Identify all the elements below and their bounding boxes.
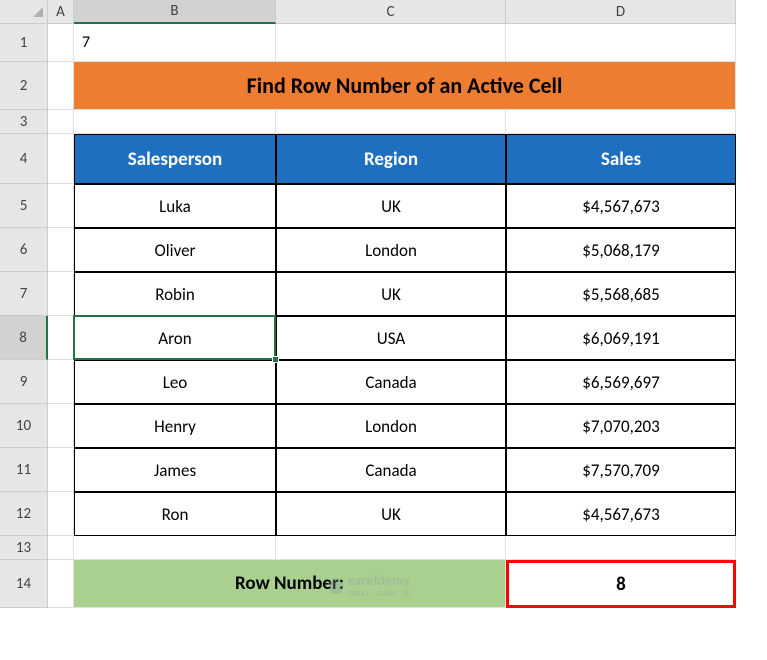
cell-A8[interactable] xyxy=(48,316,74,360)
col-header-B[interactable]: B xyxy=(74,0,276,24)
table-row[interactable]: $6,569,697 xyxy=(506,360,736,404)
column-headers: A B C D xyxy=(0,0,767,24)
cell-C3[interactable] xyxy=(276,110,506,134)
cell-B1[interactable]: 7 xyxy=(74,24,276,62)
table-row[interactable]: $4,567,673 xyxy=(506,184,736,228)
cell-D1[interactable] xyxy=(506,24,736,62)
cell-A11[interactable] xyxy=(48,448,74,492)
col-header-C[interactable]: C xyxy=(276,0,506,24)
col-header-D[interactable]: D xyxy=(506,0,736,24)
row-header-1[interactable]: 1 xyxy=(0,24,48,62)
table-row[interactable]: UK xyxy=(276,272,506,316)
table-row[interactable]: $6,069,191 xyxy=(506,316,736,360)
row-header-3[interactable]: 3 xyxy=(0,110,48,134)
row-header-14[interactable]: 14 xyxy=(0,560,48,608)
table-row[interactable]: Canada xyxy=(276,448,506,492)
cell-B3[interactable] xyxy=(74,110,276,134)
table-row[interactable]: Luka xyxy=(74,184,276,228)
row-header-4[interactable]: 4 xyxy=(0,134,48,184)
row-headers: 1 2 3 4 5 6 7 8 9 10 11 12 13 14 xyxy=(0,24,48,608)
title-banner[interactable]: Find Row Number of an Active Cell xyxy=(74,62,736,110)
table-row[interactable]: $7,070,203 xyxy=(506,404,736,448)
table-row[interactable]: Leo xyxy=(74,360,276,404)
table-row[interactable]: $5,068,179 xyxy=(506,228,736,272)
row-header-7[interactable]: 7 xyxy=(0,272,48,316)
cell-D13[interactable] xyxy=(506,536,736,560)
table-row[interactable]: London xyxy=(276,404,506,448)
cell-C1[interactable] xyxy=(276,24,506,62)
spreadsheet: A B C D 1 2 3 4 5 6 7 8 9 10 11 12 13 14… xyxy=(0,0,767,608)
table-row[interactable]: James xyxy=(74,448,276,492)
cell-A5[interactable] xyxy=(48,184,74,228)
row-header-9[interactable]: 9 xyxy=(0,360,48,404)
table-row[interactable]: UK xyxy=(276,184,506,228)
cell-A1[interactable] xyxy=(48,24,74,62)
table-row[interactable]: Aron xyxy=(74,316,276,360)
cell-A14[interactable] xyxy=(48,560,74,608)
row-header-11[interactable]: 11 xyxy=(0,448,48,492)
table-row[interactable]: USA xyxy=(276,316,506,360)
select-all-icon xyxy=(33,7,43,17)
grid-body: 7 Find Row Number of an Active Cell Sale… xyxy=(48,24,767,608)
table-row[interactable]: London xyxy=(276,228,506,272)
table-header-region[interactable]: Region xyxy=(276,134,506,184)
table-header-salesperson[interactable]: Salesperson xyxy=(74,134,276,184)
cell-A4[interactable] xyxy=(48,134,74,184)
cell-D3[interactable] xyxy=(506,110,736,134)
cell-A3[interactable] xyxy=(48,110,74,134)
cell-A7[interactable] xyxy=(48,272,74,316)
select-all-corner[interactable] xyxy=(0,0,48,24)
table-row[interactable]: Henry xyxy=(74,404,276,448)
cell-A2[interactable] xyxy=(48,62,74,110)
cell-A13[interactable] xyxy=(48,536,74,560)
row-header-2[interactable]: 2 xyxy=(0,62,48,110)
table-row[interactable]: Canada xyxy=(276,360,506,404)
table-row[interactable]: Robin xyxy=(74,272,276,316)
cell-C13[interactable] xyxy=(276,536,506,560)
table-row[interactable]: Oliver xyxy=(74,228,276,272)
result-label[interactable]: Row Number: xyxy=(74,560,506,608)
result-value[interactable]: 8 xyxy=(506,560,736,608)
row-header-12[interactable]: 12 xyxy=(0,492,48,536)
cell-A6[interactable] xyxy=(48,228,74,272)
row-header-13[interactable]: 13 xyxy=(0,536,48,560)
table-row[interactable]: $4,567,673 xyxy=(506,492,736,536)
row-header-6[interactable]: 6 xyxy=(0,228,48,272)
table-row[interactable]: $7,570,709 xyxy=(506,448,736,492)
fill-handle[interactable] xyxy=(272,356,279,363)
table-row[interactable]: UK xyxy=(276,492,506,536)
table-header-sales[interactable]: Sales xyxy=(506,134,736,184)
cell-A9[interactable] xyxy=(48,360,74,404)
row-header-8[interactable]: 8 xyxy=(0,316,48,360)
row-header-10[interactable]: 10 xyxy=(0,404,48,448)
cell-A12[interactable] xyxy=(48,492,74,536)
table-row[interactable]: $5,568,685 xyxy=(506,272,736,316)
row-header-5[interactable]: 5 xyxy=(0,184,48,228)
cell-B13[interactable] xyxy=(74,536,276,560)
cell-A10[interactable] xyxy=(48,404,74,448)
table-row[interactable]: Ron xyxy=(74,492,276,536)
col-header-A[interactable]: A xyxy=(48,0,74,24)
